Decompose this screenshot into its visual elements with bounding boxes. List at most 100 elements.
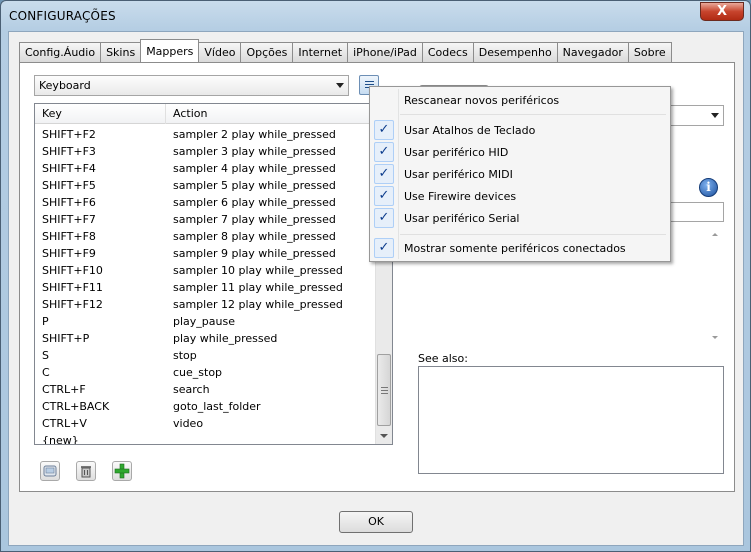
scroll-down-icon[interactable] <box>712 336 718 339</box>
row-action: sampler 10 play while_pressed <box>173 264 343 277</box>
tab-codecs[interactable]: Codecs <box>421 42 474 62</box>
menu-item[interactable]: ✓ Usar periférico HID <box>372 141 668 163</box>
check-icon: ✓ <box>374 186 394 206</box>
see-also-box[interactable] <box>418 366 724 474</box>
list-item[interactable]: SHIFT+F12 sampler 12 play while_pressed <box>35 296 377 313</box>
list-item[interactable]: SHIFT+F2 sampler 2 play while_pressed <box>35 126 377 143</box>
row-key: CTRL+F <box>42 383 86 396</box>
tab-strip: Config.Áudio Skins Mappers Vídeo Opções Inter… <box>19 39 672 62</box>
tab-sobre[interactable]: Sobre <box>627 42 672 62</box>
menu-item[interactable]: ✓ Use Firewire devices <box>372 185 668 207</box>
list-item[interactable]: SHIFT+F6 sampler 6 play while_pressed <box>35 194 377 211</box>
description-scrollbar[interactable] <box>707 225 724 345</box>
row-key: SHIFT+F10 <box>42 264 103 277</box>
row-action: sampler 8 play while_pressed <box>173 230 336 243</box>
row-key: SHIFT+P <box>42 332 90 345</box>
mapping-list[interactable]: Key Action SHIFT+F2 sampler 2 play while_… <box>34 103 393 445</box>
check-icon: ✓ <box>374 238 394 258</box>
list-rows: SHIFT+F2 sampler 2 play while_pressed SHIF… <box>35 126 377 445</box>
chevron-down-icon <box>336 83 344 88</box>
menu-item[interactable]: ✓ Mostrar somente periféricos conectados <box>372 237 668 259</box>
list-item[interactable]: SHIFT+F9 sampler 9 play while_pressed <box>35 245 377 262</box>
mapper-select[interactable]: Keyboard <box>34 75 349 96</box>
tab-v-deo[interactable]: Vídeo <box>198 42 242 62</box>
menu-separator <box>400 114 666 115</box>
list-item[interactable]: {new} <box>35 432 377 445</box>
row-action: play while_pressed <box>173 332 278 345</box>
row-key: SHIFT+F7 <box>42 213 96 226</box>
scroll-up-icon[interactable] <box>712 233 718 236</box>
menu-item-label: Usar Atalhos de Teclado <box>404 124 536 137</box>
list-item[interactable]: SHIFT+F7 sampler 7 play while_pressed <box>35 211 377 228</box>
row-key: SHIFT+F8 <box>42 230 96 243</box>
tab-navegador[interactable]: Navegador <box>556 42 629 62</box>
scroll-thumb[interactable] <box>377 354 391 426</box>
list-item[interactable]: CTRL+V video <box>35 415 377 432</box>
row-key: SHIFT+F4 <box>42 162 96 175</box>
list-item[interactable]: SHIFT+F5 sampler 5 play while_pressed <box>35 177 377 194</box>
row-key: SHIFT+F2 <box>42 128 96 141</box>
row-action: sampler 11 play while_pressed <box>173 281 343 294</box>
chevron-down-icon <box>711 113 719 118</box>
check-icon: ✓ <box>374 208 394 228</box>
tab-skins[interactable]: Skins <box>100 42 142 62</box>
list-header: Key Action <box>35 104 377 124</box>
row-action: sampler 4 play while_pressed <box>173 162 336 175</box>
title-bar[interactable]: CONFIGURAÇÕES X <box>1 1 750 31</box>
row-key: SHIFT+F11 <box>42 281 103 294</box>
tab-op-es[interactable]: Opções <box>240 42 294 62</box>
tab-config-udio[interactable]: Config.Áudio <box>19 42 102 62</box>
row-key: {new} <box>42 434 79 445</box>
scroll-down-icon[interactable] <box>380 434 388 438</box>
delete-button[interactable] <box>76 461 96 481</box>
row-action: stop <box>173 349 197 362</box>
row-key: SHIFT+F9 <box>42 247 96 260</box>
tab-mappers[interactable]: Mappers <box>140 39 200 62</box>
list-item[interactable]: Pplay_pause <box>35 313 377 330</box>
list-item[interactable]: SHIFT+P play while_pressed <box>35 330 377 347</box>
list-item[interactable]: SHIFT+F11 sampler 11 play while_pressed <box>35 279 377 296</box>
row-key: CTRL+V <box>42 417 87 430</box>
menu-separator <box>400 234 666 235</box>
row-key: C <box>42 366 50 379</box>
row-key: P <box>42 315 49 328</box>
menu-item[interactable]: ✓ Usar periférico MIDI <box>372 163 668 185</box>
list-item[interactable]: SHIFT+F10 sampler 10 play while_pressed <box>35 262 377 279</box>
check-icon: ✓ <box>374 164 394 184</box>
window-title: CONFIGURAÇÕES <box>9 9 116 23</box>
tab-internet[interactable]: Internet <box>292 42 349 62</box>
list-item[interactable]: CTRL+BACK goto_last_folder <box>35 398 377 415</box>
add-button[interactable] <box>112 461 132 481</box>
row-key: SHIFT+F5 <box>42 179 96 192</box>
menu-item-label: Usar periférico Serial <box>404 212 520 225</box>
row-action: goto_last_folder <box>173 400 261 413</box>
tab-desempenho[interactable]: Desempenho <box>472 42 558 62</box>
info-icon[interactable]: i <box>699 178 718 197</box>
row-action: search <box>173 383 210 396</box>
trash-icon <box>81 466 91 478</box>
learn-key-button[interactable] <box>40 461 60 481</box>
row-action: sampler 5 play while_pressed <box>173 179 336 192</box>
check-icon: ✓ <box>374 142 394 162</box>
list-item[interactable]: CTRL+F search <box>35 381 377 398</box>
column-header-key[interactable]: Key <box>42 107 62 120</box>
row-action: sampler 3 play while_pressed <box>173 145 336 158</box>
list-item[interactable]: SHIFT+F4 sampler 4 play while_pressed <box>35 160 377 177</box>
list-item[interactable]: SHIFT+F8 sampler 8 play while_pressed <box>35 228 377 245</box>
check-icon: ✓ <box>374 120 394 140</box>
row-action: sampler 2 play while_pressed <box>173 128 336 141</box>
row-key: S <box>42 349 49 362</box>
close-button[interactable]: X <box>700 2 744 21</box>
list-item[interactable]: Ccue_stop <box>35 364 377 381</box>
tab-iphone-ipad[interactable]: iPhone/iPad <box>347 42 423 62</box>
column-header-action[interactable]: Action <box>173 107 207 120</box>
keyboard-icon <box>43 465 57 477</box>
menu-item[interactable]: Rescanear novos periféricos <box>372 89 668 111</box>
menu-item[interactable]: ✓ Usar periférico Serial <box>372 207 668 229</box>
ok-button[interactable]: OK <box>339 511 413 533</box>
options-popup-menu: Rescanear novos periféricos ✓ Usar Atalhos… <box>369 86 671 262</box>
menu-item[interactable]: ✓ Usar Atalhos de Teclado <box>372 119 668 141</box>
close-icon: X <box>716 4 728 19</box>
list-item[interactable]: Sstop <box>35 347 377 364</box>
list-item[interactable]: SHIFT+F3 sampler 3 play while_pressed <box>35 143 377 160</box>
